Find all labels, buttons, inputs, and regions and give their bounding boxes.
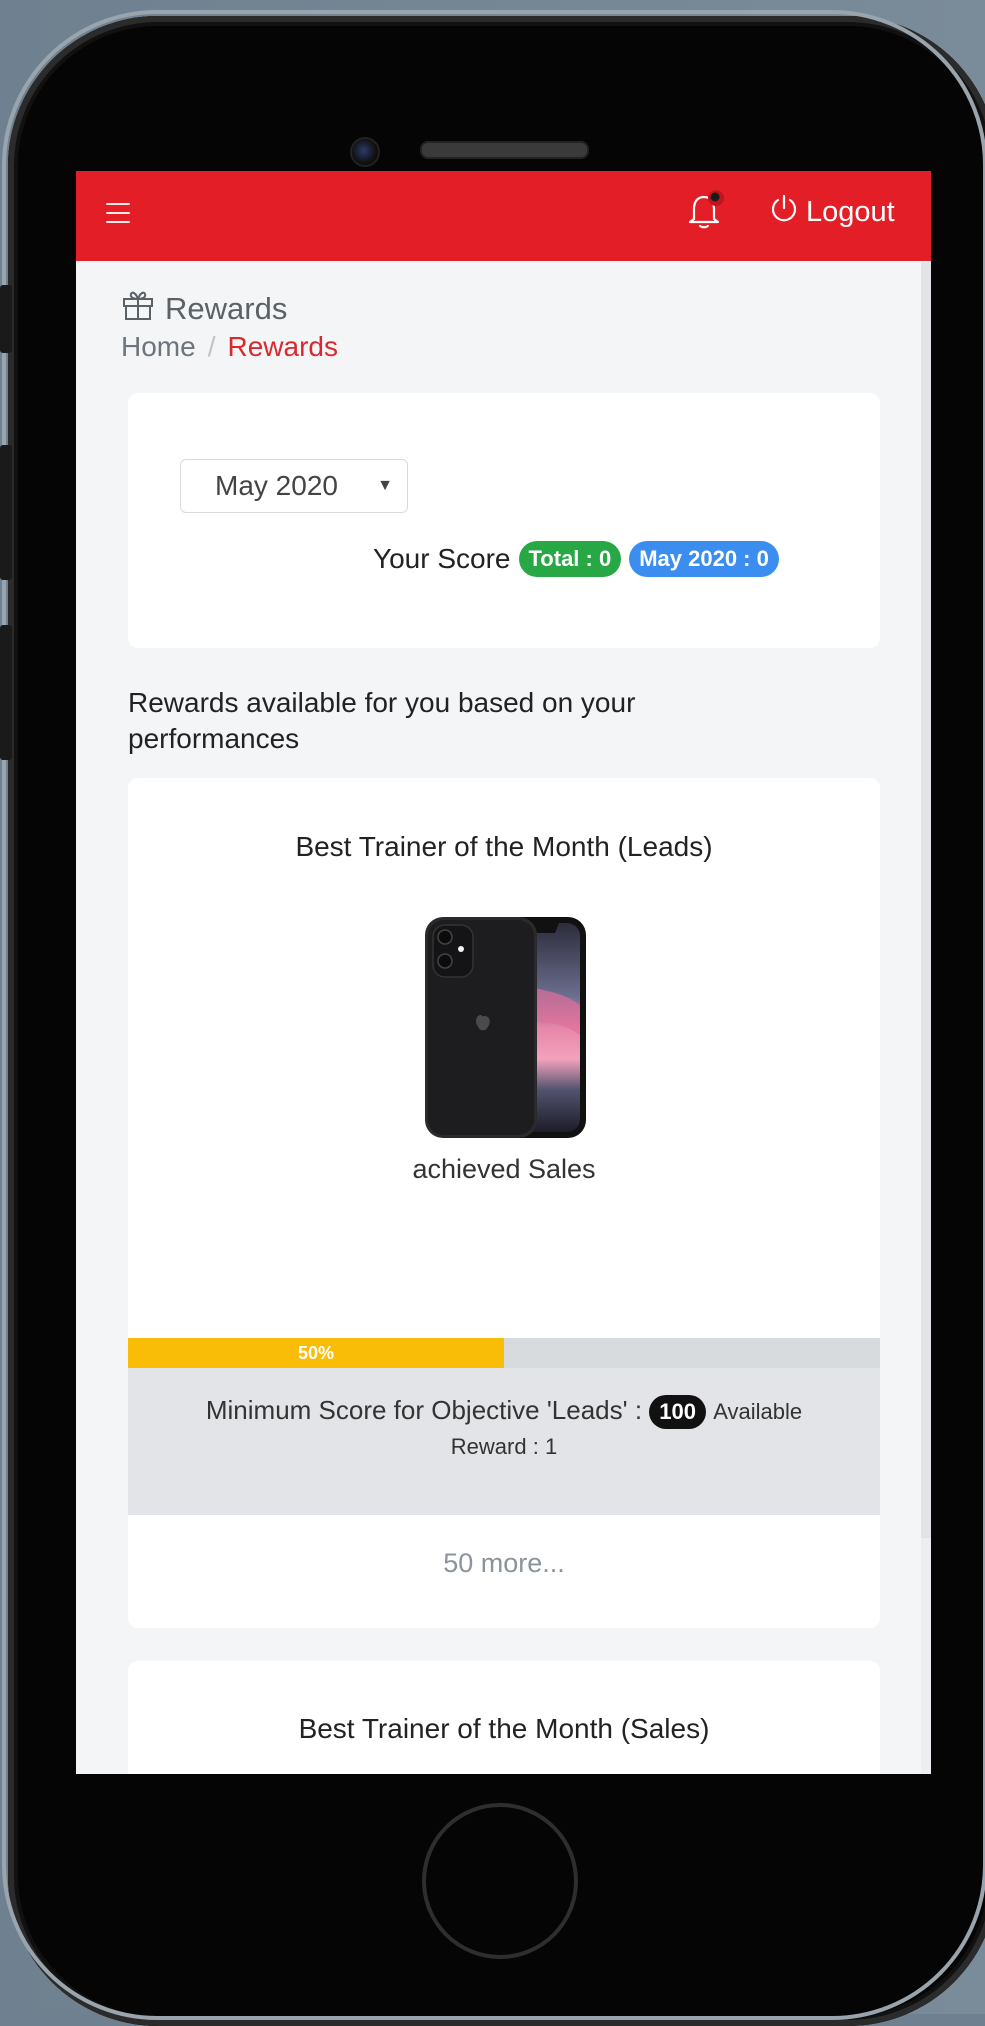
power-icon <box>770 193 798 231</box>
objective-text: Minimum Score for Objective 'Leads' : <box>205 1395 643 1425</box>
month-score-badge: May 2020 : 0 <box>629 541 779 577</box>
gift-icon <box>121 288 155 330</box>
reward-card: Best Trainer of the Month (Sales) <box>128 1661 880 1774</box>
reward-phone-image <box>423 915 588 1140</box>
reward-progress-bar: 50% <box>128 1338 880 1368</box>
month-select[interactable]: May 2020 ▼ <box>180 459 408 513</box>
reward-title: Best Trainer of the Month (Sales) <box>298 1713 710 1744</box>
notification-bell-icon[interactable] <box>686 189 726 233</box>
reward-caption: achieved Sales <box>412 1154 596 1184</box>
reward-title: Best Trainer of the Month (Leads) <box>295 831 713 862</box>
dropdown-arrow-icon: ▼ <box>377 477 393 494</box>
objective-info: Minimum Score for Objective 'Leads' : 10… <box>128 1368 880 1515</box>
rewards-section-heading: Rewards available for you based on your … <box>128 687 636 754</box>
reward-count: Reward : 1 <box>450 1434 558 1459</box>
page-scrollbar-thumb[interactable] <box>921 263 931 1538</box>
objective-line: Minimum Score for Objective 'Leads' : 10… <box>128 1390 880 1432</box>
total-score-badge: Total : 0 <box>518 541 622 577</box>
more-link[interactable]: 50 more... <box>128 1548 880 1579</box>
page-title-text: Rewards <box>165 291 288 326</box>
phone-mute-switch <box>0 285 12 353</box>
objective-score-badge: 100 <box>649 1395 707 1430</box>
phone-volume-down-button <box>0 625 12 760</box>
logout-button[interactable]: Logout <box>770 193 895 231</box>
breadcrumb-home-link[interactable]: Home <box>121 331 196 362</box>
phone-volume-up-button <box>0 445 12 580</box>
reward-card: Best Trainer of the Month (Leads) achiev… <box>128 778 880 1628</box>
available-text: Available <box>713 1399 803 1424</box>
score-label: Your Score <box>373 543 511 574</box>
score-card: May 2020 ▼ Your Score Total : 0 May 2020… <box>128 393 880 648</box>
top-navbar: Logout <box>76 171 931 261</box>
menu-icon[interactable] <box>106 203 130 225</box>
earpiece-speaker <box>420 141 589 159</box>
score-summary: Your Score Total : 0 May 2020 : 0 <box>373 541 779 577</box>
app-screen: Logout Rewards Home / Rewards May 2020 ▼ Y… <box>76 171 931 1774</box>
front-camera <box>350 137 380 167</box>
breadcrumb-current: Rewards <box>227 331 338 362</box>
page-title: Rewards <box>121 288 287 330</box>
month-select-value: May 2020 <box>215 470 338 501</box>
reward-progress-fill: 50% <box>128 1338 504 1368</box>
home-button[interactable] <box>422 1803 578 1959</box>
breadcrumb: Home / Rewards <box>121 331 338 363</box>
logout-label: Logout <box>806 195 895 228</box>
breadcrumb-separator: / <box>207 331 216 362</box>
